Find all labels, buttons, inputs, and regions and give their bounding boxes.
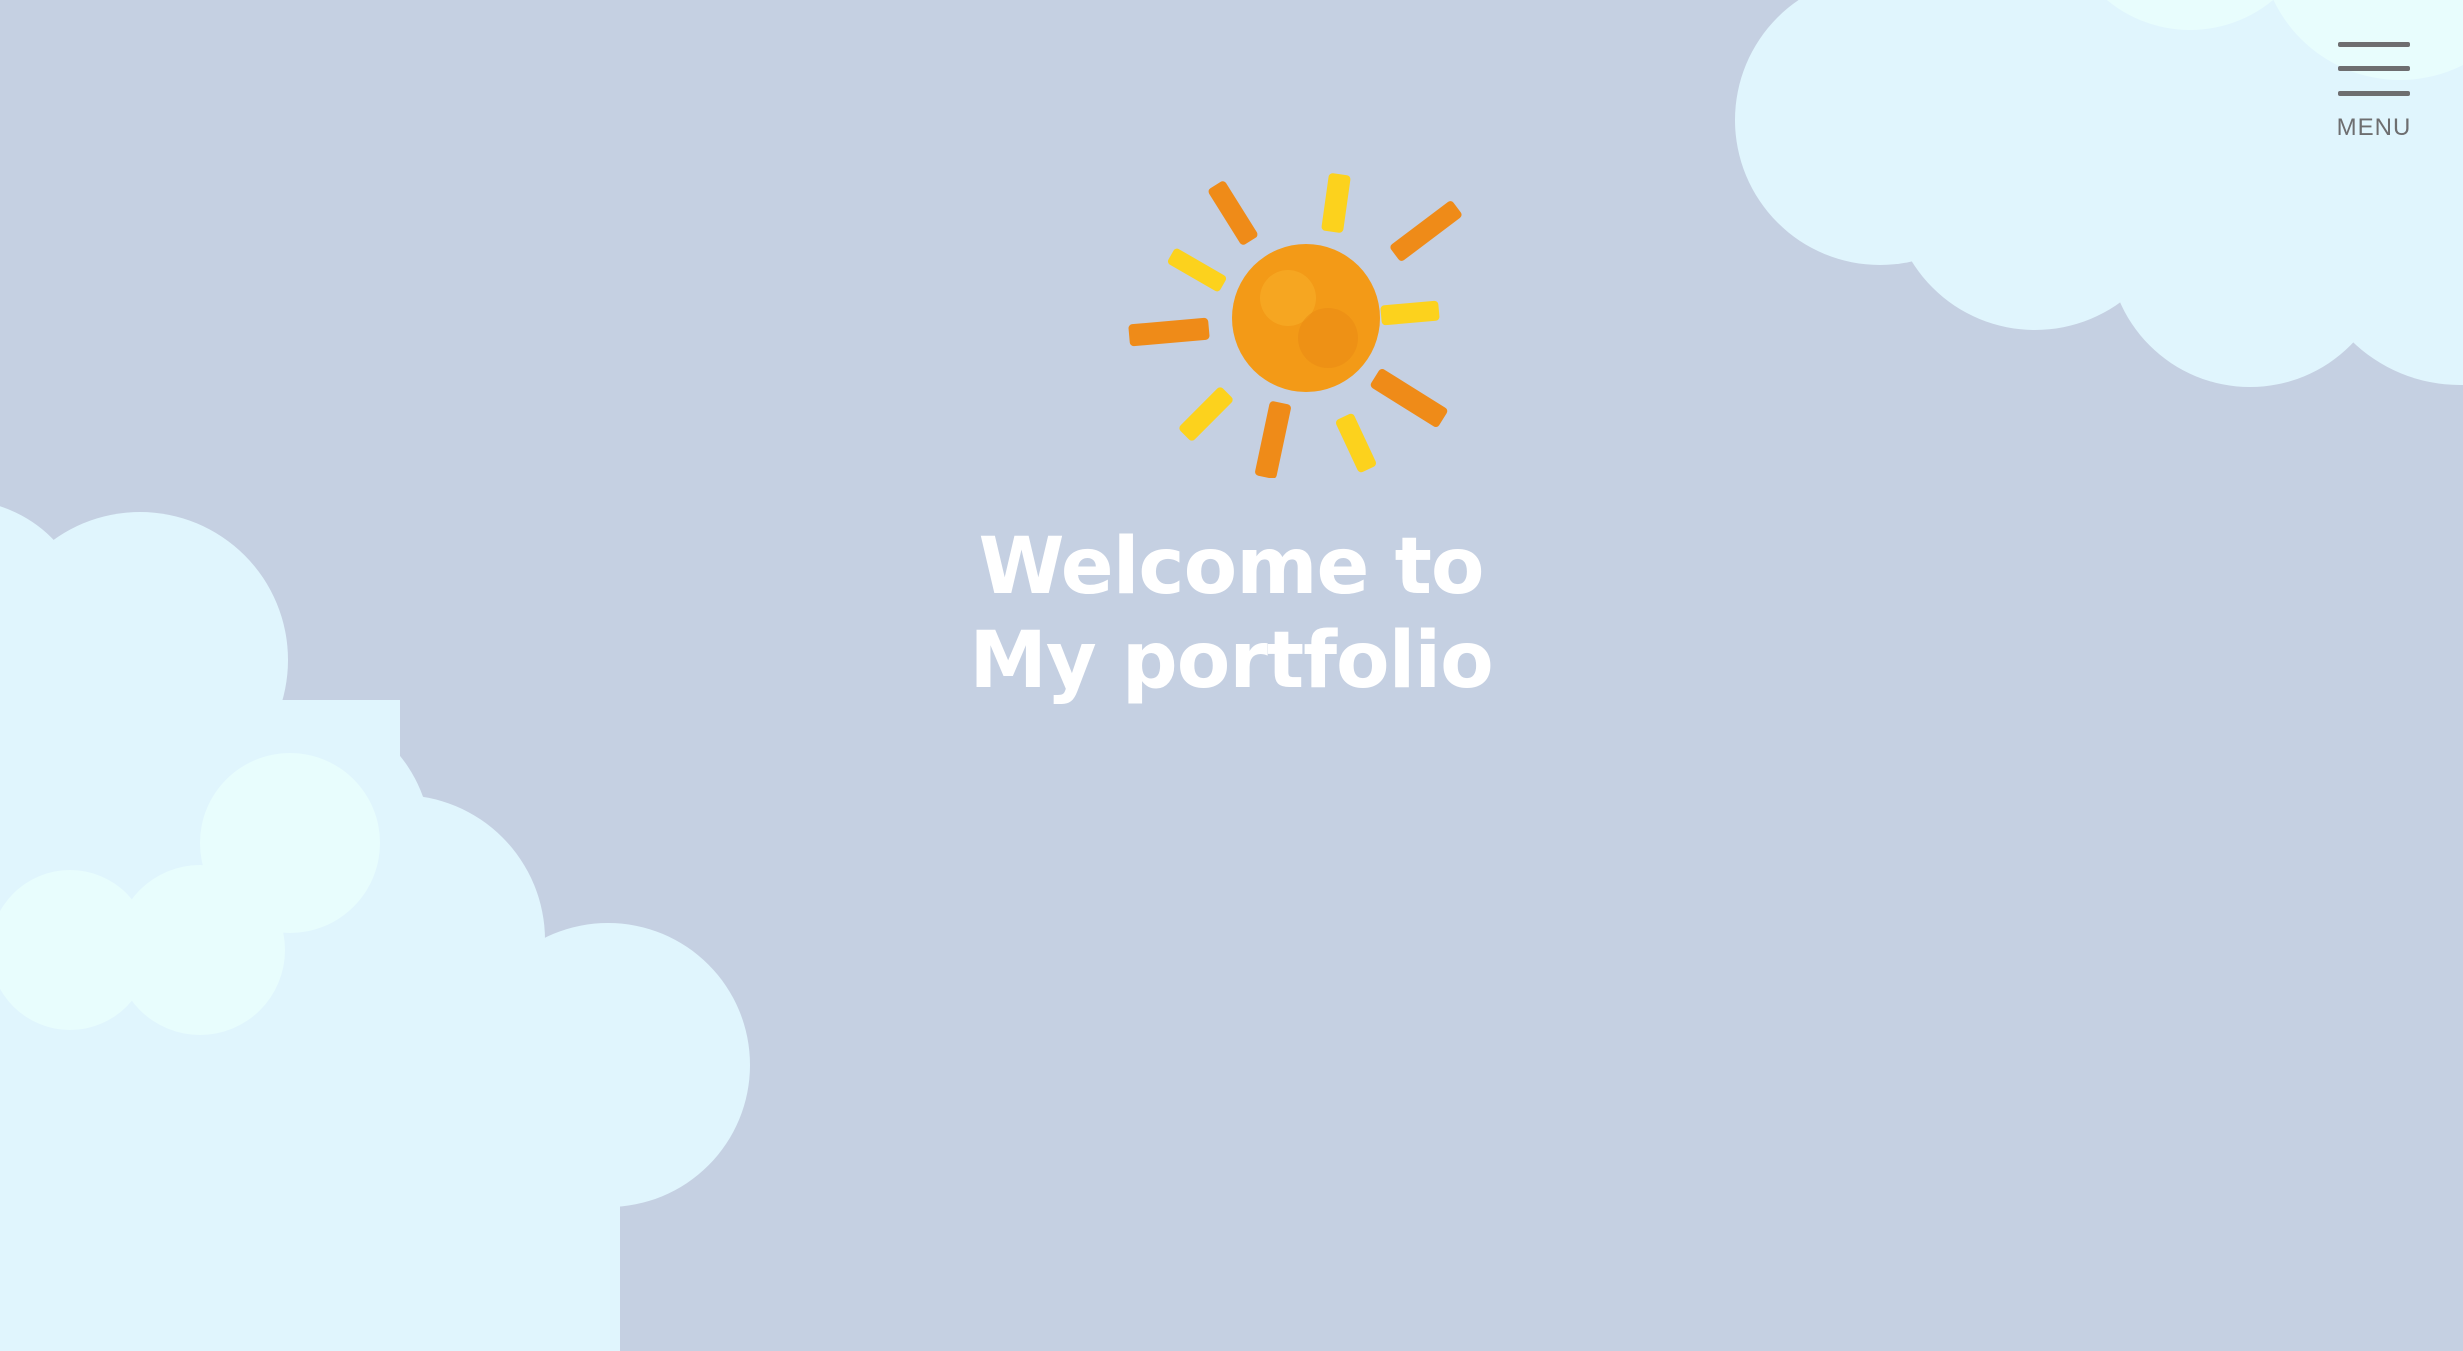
menu-button[interactable]: MENU bbox=[2326, 34, 2422, 144]
hero-line-2: My portfolio bbox=[969, 616, 1493, 706]
menu-label[interactable]: MENU bbox=[2326, 114, 2422, 142]
sun-icon bbox=[1128, 173, 1462, 478]
hamburger-bar-top bbox=[2338, 42, 2410, 47]
hamburger-bar-middle bbox=[2338, 66, 2410, 71]
hamburger-bar-bottom bbox=[2338, 91, 2410, 96]
hero-line-1: Welcome to bbox=[978, 522, 1485, 612]
hero-heading: Welcome to My portfolio bbox=[881, 520, 1581, 708]
